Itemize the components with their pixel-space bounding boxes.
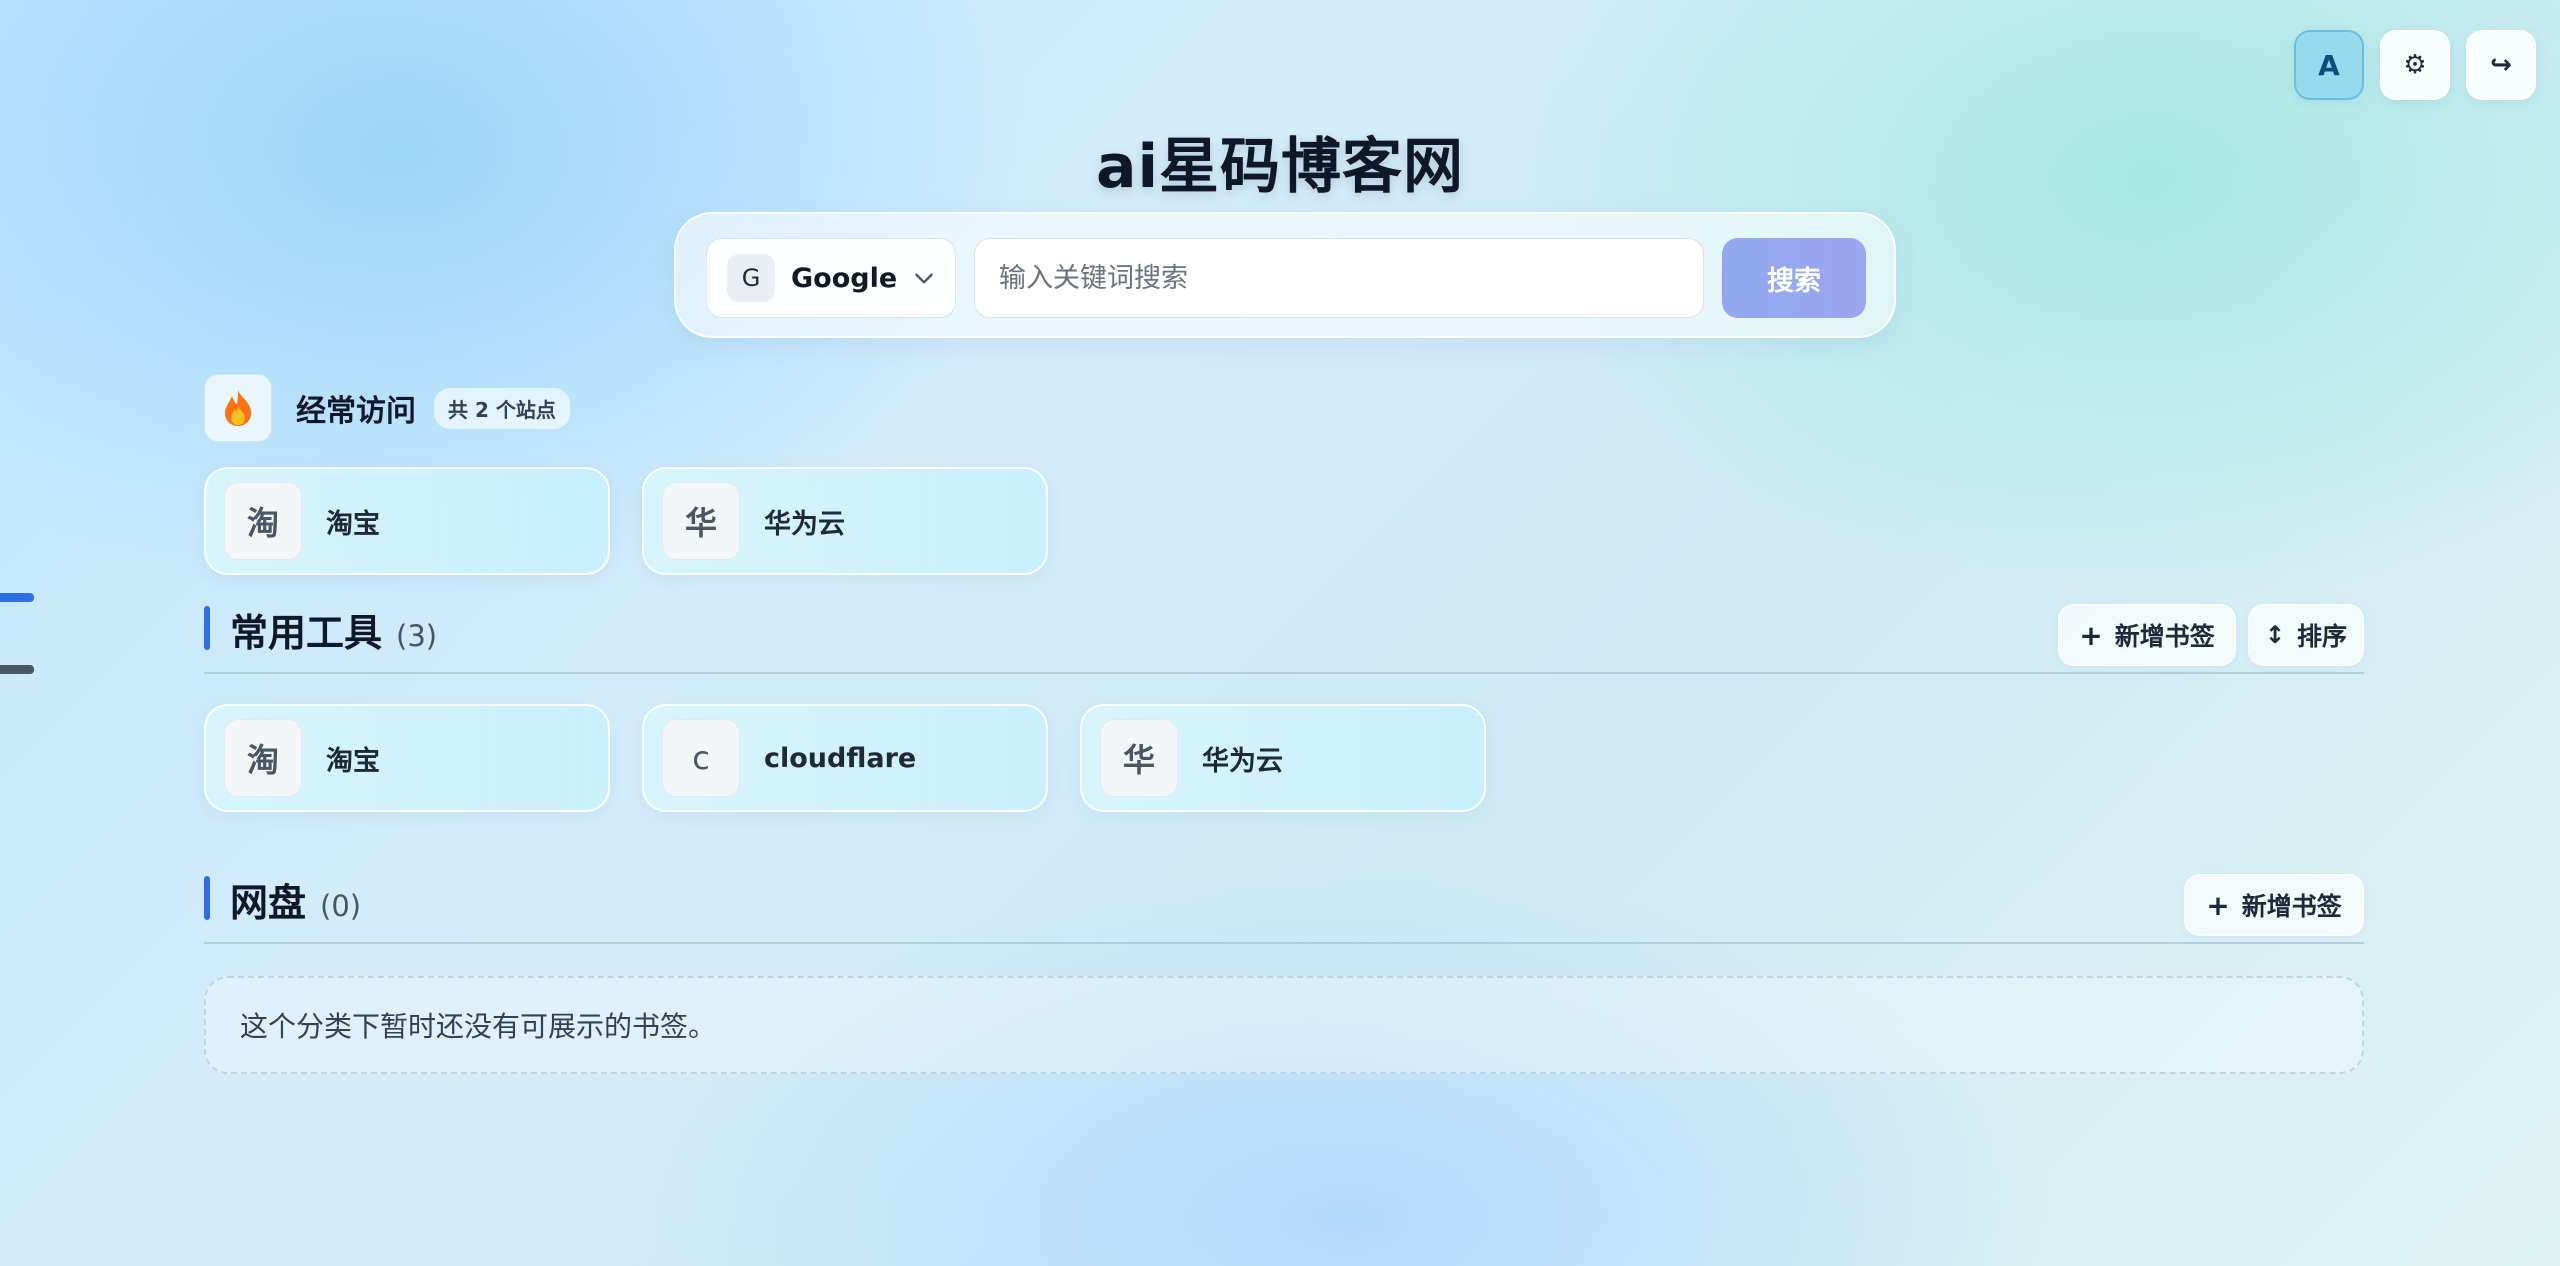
bookmark-icon: 华 <box>1100 719 1178 797</box>
group-count: (0) <box>320 889 362 923</box>
bookmark-card[interactable]: 淘 淘宝 <box>204 704 610 812</box>
group-header-tools: 常用工具 (3) + 新增书签 ↕ 排序 <box>204 604 2364 674</box>
group-title-text: 网盘 <box>230 881 307 925</box>
bookmark-name: 淘宝 <box>326 745 380 777</box>
user-avatar-button[interactable]: A <box>2294 30 2364 100</box>
avatar-letter: A <box>2318 48 2340 82</box>
frequent-header: 经常访问 共 2 个站点 <box>204 374 570 442</box>
top-actions: A ⚙ ↪ <box>2294 30 2536 100</box>
bookmark-card[interactable]: 华 华为云 <box>1080 704 1486 812</box>
bookmark-name: cloudflare <box>764 742 917 774</box>
engine-name: Google <box>791 262 898 294</box>
plus-icon: + <box>2079 618 2103 652</box>
bookmark-card[interactable]: 淘 淘宝 <box>204 467 610 575</box>
group-divider <box>204 672 2364 674</box>
search-panel: G Google 搜索 <box>674 212 1896 338</box>
group-title-text: 常用工具 <box>230 611 383 655</box>
bookmark-icon: 淘 <box>224 719 302 797</box>
bookmark-card[interactable]: c cloudflare <box>642 704 1048 812</box>
sort-button[interactable]: ↕ 排序 <box>2248 604 2364 666</box>
add-bookmark-label: 新增书签 <box>2241 892 2342 921</box>
add-bookmark-button[interactable]: + 新增书签 <box>2058 604 2236 666</box>
page-title: ai星码博客网 <box>1095 132 1465 202</box>
search-button[interactable]: 搜索 <box>1722 238 1866 318</box>
search-engine-select[interactable]: G Google <box>706 238 956 318</box>
side-indicator[interactable] <box>0 665 34 674</box>
frequent-count-badge: 共 2 个站点 <box>434 387 570 429</box>
group-header-netdisk: 网盘 (0) + 新增书签 <box>204 874 2364 944</box>
chevron-down-icon <box>915 273 933 284</box>
group-title: 网盘 (0) <box>230 872 361 927</box>
bookmark-name: 华为云 <box>1202 745 1283 777</box>
plus-icon: + <box>2206 888 2230 922</box>
logout-button[interactable]: ↪ <box>2466 30 2536 100</box>
add-bookmark-label: 新增书签 <box>2114 622 2215 651</box>
frequent-title: 经常访问 <box>296 394 416 429</box>
settings-button[interactable]: ⚙ <box>2380 30 2450 100</box>
bookmark-name: 淘宝 <box>326 508 380 540</box>
logout-arrow-icon: ↪ <box>2490 50 2512 80</box>
bookmark-icon: 华 <box>662 482 740 560</box>
bookmark-name: 华为云 <box>764 508 845 540</box>
group-count: (3) <box>396 619 438 653</box>
sort-label: 排序 <box>2297 622 2348 651</box>
group-accent-bar <box>204 876 210 920</box>
group-title: 常用工具 (3) <box>230 602 437 657</box>
group-accent-bar <box>204 606 210 650</box>
gear-icon: ⚙ <box>2403 50 2427 80</box>
empty-state: 这个分类下暂时还没有可展示的书签。 <box>204 976 2364 1074</box>
add-bookmark-button[interactable]: + 新增书签 <box>2184 874 2364 936</box>
bookmark-icon: c <box>662 719 740 797</box>
fire-icon <box>204 374 272 442</box>
search-input[interactable] <box>974 238 1704 318</box>
group-divider <box>204 942 2364 944</box>
bookmark-card[interactable]: 华 华为云 <box>642 467 1048 575</box>
side-indicator-active[interactable] <box>0 593 34 602</box>
sort-arrows-icon: ↕ <box>2264 621 2286 649</box>
bookmark-icon: 淘 <box>224 482 302 560</box>
engine-badge-icon: G <box>727 254 775 302</box>
